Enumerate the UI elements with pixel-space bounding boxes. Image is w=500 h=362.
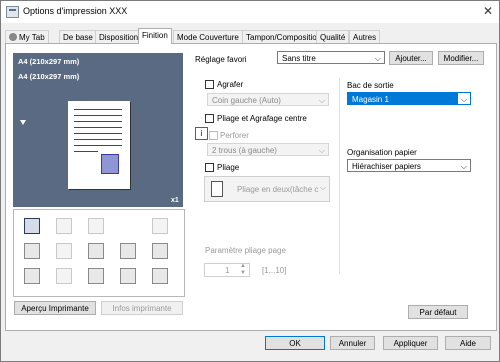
cancel-button[interactable]: Annuler <box>330 336 375 350</box>
tab-label: My Tab <box>19 33 45 42</box>
chevron-down-icon: ⌵ <box>319 183 326 192</box>
saddle-stitch-checkbox[interactable] <box>205 114 214 123</box>
tab-disposition[interactable]: Disposition <box>95 30 143 44</box>
punch-icon[interactable] <box>152 243 168 259</box>
copies-icon[interactable] <box>88 218 104 234</box>
output-tray-label: Bac de sortie <box>347 81 394 90</box>
staple-position-select[interactable]: Coin gauche (Auto) ⌵ <box>207 93 329 106</box>
output-tray-icon[interactable] <box>24 218 40 234</box>
default-button[interactable]: Par défaut <box>408 305 468 319</box>
favorite-label: Réglage favori <box>195 55 247 64</box>
chevron-down-icon: ⌵ <box>460 162 467 171</box>
punch-select[interactable]: 2 trous (à gauche) ⌵ <box>207 143 329 156</box>
apply-button[interactable]: Appliquer <box>383 336 438 350</box>
help-button[interactable]: Aide <box>445 336 491 350</box>
paper-preview <box>68 101 130 189</box>
duplex-icon[interactable] <box>24 243 40 259</box>
punch-value: 2 trous (à gauche) <box>212 146 277 155</box>
watermark-icon[interactable] <box>120 243 136 259</box>
tab-tampon-composition[interactable]: Tampon/Composition <box>242 30 326 44</box>
spin-down-icon[interactable]: ▼ <box>240 270 246 276</box>
fold-param-range: [1...10] <box>262 266 287 275</box>
printer-icon <box>6 6 19 18</box>
text-icon[interactable] <box>88 243 104 259</box>
booklet-icon[interactable] <box>24 268 40 284</box>
paper-size-top: A4 (210x297 mm) <box>18 57 80 66</box>
staple-checkbox[interactable] <box>205 80 214 89</box>
staple-position-value: Coin gauche (Auto) <box>212 96 281 105</box>
fold-paper-icon <box>211 181 223 197</box>
favorite-select[interactable]: Sans titre ⌵ <box>277 51 385 64</box>
paper-size-bottom: A4 (210x297 mm) <box>18 72 80 81</box>
fold-value: Pliage en deux(tâche c <box>237 185 319 194</box>
ok-button[interactable]: OK <box>265 336 325 350</box>
favorite-value: Sans titre <box>282 54 316 63</box>
window-title: Options d'impression XXX <box>23 6 128 16</box>
column-separator <box>339 78 340 274</box>
spin-up-icon[interactable]: ▲ <box>240 263 246 269</box>
tab-qualite[interactable]: Qualité <box>316 30 350 44</box>
quality-icon[interactable] <box>152 268 168 284</box>
fold-icon[interactable] <box>56 268 72 284</box>
paper-org-select[interactable]: Hiérachiser papiers ⌵ <box>347 159 471 172</box>
layout-icon[interactable] <box>56 218 72 234</box>
tab-autres[interactable]: Autres <box>349 30 381 44</box>
fold-param-label: Paramètre pliage page <box>205 246 286 255</box>
output-tray-value: Magasin 1 <box>352 95 389 104</box>
function-icon-grid <box>13 209 185 297</box>
overlay-icon[interactable] <box>120 268 136 284</box>
printer-view-button[interactable]: Aperçu Imprimante <box>14 301 96 315</box>
chevron-down-icon: ⌵ <box>318 96 325 105</box>
arrow-down-icon <box>20 120 26 125</box>
staple-label: Agrafer <box>217 80 244 89</box>
modify-favorite-button[interactable]: Modifier... <box>438 51 484 65</box>
staple-icon[interactable] <box>56 243 72 259</box>
fold-checkbox[interactable] <box>205 163 214 172</box>
image-placeholder <box>101 154 119 174</box>
user-auth-icon[interactable] <box>88 268 104 284</box>
copies-count: x1 <box>171 197 179 204</box>
paper-org-label: Organisation papier <box>347 148 417 157</box>
tab-mode-couverture[interactable]: Mode Couverture <box>173 30 243 44</box>
printer-info-button[interactable]: Infos imprimante <box>101 301 183 315</box>
paper-org-value: Hiérachiser papiers <box>352 162 421 171</box>
close-icon[interactable]: ✕ <box>483 4 493 18</box>
fold-label: Pliage <box>217 163 240 172</box>
punch-checkbox[interactable] <box>209 131 218 140</box>
cover-icon[interactable] <box>152 218 168 234</box>
fold-param-spinner[interactable]: 1 ▲ ▼ <box>204 263 250 277</box>
add-favorite-button[interactable]: Ajouter... <box>389 51 433 65</box>
fold-param-value: 1 <box>225 266 230 275</box>
chevron-down-icon: ⌵ <box>458 93 470 104</box>
title-bar: Options d'impression XXX ✕ <box>1 1 499 23</box>
output-tray-select[interactable]: Magasin 1 ⌵ <box>347 92 471 105</box>
tab-my-tab[interactable]: My Tab <box>5 30 49 44</box>
tab-finition[interactable]: Finition <box>138 28 172 44</box>
tab-de-base[interactable]: De base <box>59 30 97 44</box>
chevron-down-icon: ⌵ <box>374 54 381 63</box>
info-icon: i <box>195 127 208 140</box>
fold-select[interactable]: Pliage en deux(tâche c ⌵ <box>204 176 330 202</box>
user-icon <box>9 33 17 41</box>
saddle-stitch-label: Pliage et Agrafage centre <box>217 114 307 123</box>
chevron-down-icon: ⌵ <box>318 146 325 155</box>
punch-label: Perforer <box>220 131 249 140</box>
